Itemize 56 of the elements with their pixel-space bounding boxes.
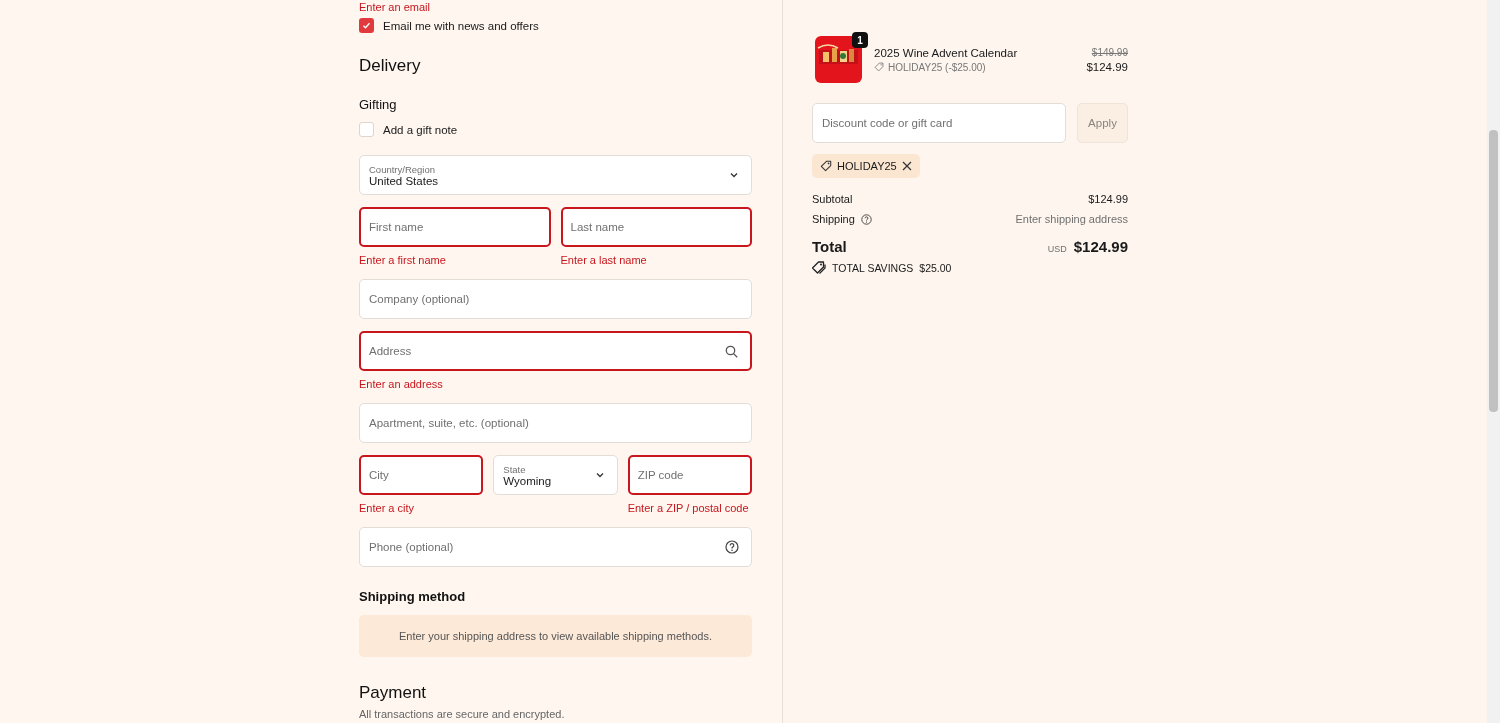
tags-icon	[812, 261, 826, 274]
field-label: Country/Region	[369, 163, 436, 175]
field-value: United States	[369, 174, 440, 187]
chevron-down-icon	[594, 470, 605, 480]
shipping-label: Shipping	[812, 213, 855, 225]
discount-field[interactable]: Discount code or gift card	[812, 103, 1066, 143]
info-notice: Enter your shipping address to view available shipping methods.	[359, 615, 752, 657]
error-message: Enter a city	[359, 501, 416, 515]
select-field[interactable]: Country/Region United States	[359, 155, 752, 195]
help-icon[interactable]	[725, 540, 739, 554]
input-field[interactable]: ZIP code	[627, 455, 752, 495]
subtotal-label: Subtotal	[812, 193, 853, 205]
close-icon[interactable]	[901, 161, 912, 171]
input-field[interactable]: Last name	[560, 207, 752, 247]
input-field[interactable]: Address	[359, 331, 752, 371]
checkbox-label: Email me with news and offers	[383, 19, 539, 32]
total-label: Total	[812, 238, 847, 255]
tag-icon	[874, 62, 884, 72]
original-price: $149.99	[1091, 46, 1128, 58]
section-heading: Delivery	[359, 56, 422, 76]
input-field[interactable]: Apartment, suite, etc. (optional)	[359, 403, 752, 443]
checkbox-label: Add a gift note	[383, 123, 458, 136]
section-heading: Payment	[359, 683, 428, 703]
input-field[interactable]: Company (optional)	[359, 279, 752, 319]
quantity-badge: 1	[852, 32, 868, 48]
shipping-value: Enter shipping address	[1015, 213, 1128, 225]
field-label: State	[503, 463, 527, 475]
savings-value: $25.00	[919, 261, 952, 274]
input-field[interactable]: First name	[359, 207, 551, 247]
error-message: Enter a first name	[359, 253, 447, 267]
error-message: Enter a last name	[560, 253, 648, 267]
field-value: Wyoming	[503, 474, 553, 487]
chevron-down-icon	[729, 170, 739, 180]
error-message: Enter a ZIP / postal code	[627, 501, 750, 515]
product-name: 2025 Wine Advent Calendar	[874, 46, 1019, 59]
subsection-heading: Gifting	[359, 97, 398, 112]
total-value: $124.99	[1073, 238, 1128, 255]
error-message: Enter an email	[359, 1, 431, 14]
select-field[interactable]: State Wyoming	[493, 455, 618, 495]
checkbox[interactable]	[359, 122, 374, 137]
savings-label: TOTAL SAVINGS	[832, 261, 914, 274]
input-field[interactable]: Phone (optional)	[359, 527, 752, 567]
product-price: $124.99	[1086, 60, 1128, 73]
tag-icon	[820, 160, 832, 172]
subtotal-value: $124.99	[1088, 193, 1128, 205]
checkbox[interactable]	[359, 18, 374, 33]
scrollbar-thumb[interactable]	[1489, 130, 1498, 412]
check-icon	[362, 21, 371, 30]
section-subtitle: All transactions are secure and encrypted.	[359, 708, 566, 720]
input-field[interactable]: City	[359, 455, 484, 495]
search-icon[interactable]	[725, 344, 738, 358]
error-message: Enter an address	[359, 377, 444, 391]
discount-label: HOLIDAY25 (-$25.00)	[888, 61, 986, 73]
subsection-heading: Shipping method	[359, 589, 467, 604]
discount-code: HOLIDAY25	[837, 160, 897, 172]
currency-code: USD	[1047, 244, 1067, 254]
